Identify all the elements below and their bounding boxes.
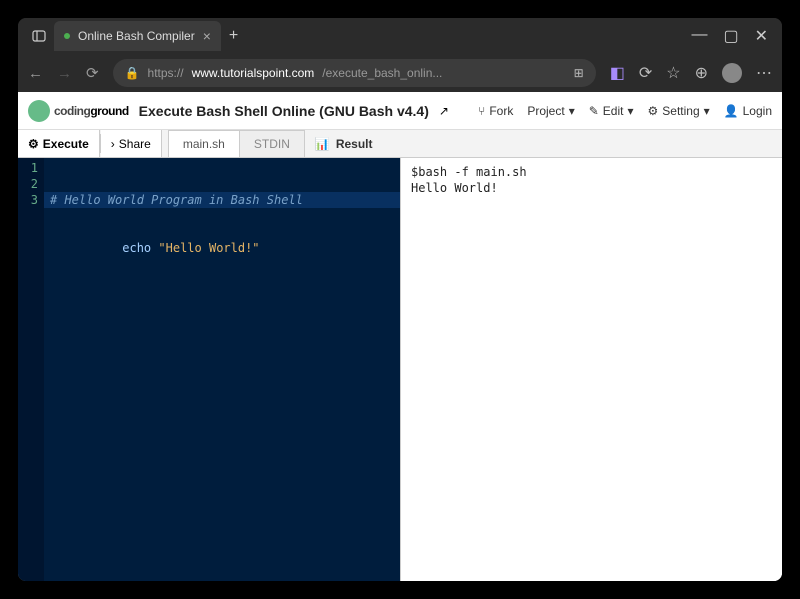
execute-button[interactable]: ⚙ Execute xyxy=(18,130,100,157)
minimize-icon[interactable]: — xyxy=(691,26,707,46)
fork-icon: ⑂ xyxy=(478,104,485,118)
chevron-right-icon: › xyxy=(111,137,115,151)
line-gutter: 1 2 3 xyxy=(18,158,44,581)
output-line-1: $bash -f main.sh xyxy=(411,164,772,180)
edit-menu[interactable]: ✎Edit▾ xyxy=(589,104,634,118)
chevron-down-icon: ▾ xyxy=(704,104,710,118)
url-host: www.tutorialspoint.com xyxy=(192,66,315,80)
window-controls: — ▢ ✕ xyxy=(683,26,776,46)
code-area[interactable]: # Hello World Program in Bash Shell echo… xyxy=(44,158,400,581)
favicon-dot xyxy=(64,33,70,39)
close-tab-icon[interactable]: × xyxy=(203,28,211,44)
extension-icon[interactable]: ◧ xyxy=(610,63,625,83)
result-panel: $bash -f main.shHello World! xyxy=(400,158,782,581)
fork-button[interactable]: ⑂Fork xyxy=(478,104,513,118)
gear-run-icon: ⚙ xyxy=(28,137,39,151)
back-icon[interactable]: ← xyxy=(28,65,43,82)
titlebar: Online Bash Compiler × + — ▢ ✕ xyxy=(18,18,782,54)
favorite-icon[interactable]: ☆ xyxy=(666,63,680,83)
close-window-icon[interactable]: ✕ xyxy=(755,26,768,46)
logo-text: codingground xyxy=(54,104,129,118)
user-icon: 👤 xyxy=(724,104,739,118)
page-content: codingground Execute Bash Shell Online (… xyxy=(18,92,782,581)
more-icon[interactable]: ⋯ xyxy=(756,63,772,83)
browser-menu-icon[interactable] xyxy=(24,29,54,43)
url-path: /execute_bash_onlin... xyxy=(322,66,442,80)
browser-tab-active[interactable]: Online Bash Compiler × xyxy=(54,21,221,51)
edit-icon: ✎ xyxy=(589,104,599,118)
code-editor[interactable]: 1 2 3 # Hello World Program in Bash Shel… xyxy=(18,158,400,581)
result-header: 📊 Result xyxy=(304,130,782,157)
page-title: Execute Bash Shell Online (GNU Bash v4.4… xyxy=(139,103,429,119)
reader-icon[interactable]: ⊞ xyxy=(574,66,584,80)
chevron-down-icon: ▾ xyxy=(569,104,575,118)
collections-icon[interactable]: ⊕ xyxy=(695,63,708,83)
chevron-down-icon: ▾ xyxy=(627,104,633,118)
code-line-3: echo "Hello World!" xyxy=(122,241,259,255)
file-tab-main[interactable]: main.sh xyxy=(168,130,240,157)
tab-strip: Online Bash Compiler × + xyxy=(54,21,683,51)
setting-menu[interactable]: ⚙Setting▾ xyxy=(648,104,710,118)
login-button[interactable]: 👤Login xyxy=(724,104,772,118)
lock-icon: 🔒 xyxy=(125,66,140,80)
share-button[interactable]: › Share xyxy=(101,130,162,157)
file-tab-stdin[interactable]: STDIN xyxy=(239,130,305,157)
logo-icon xyxy=(28,100,50,122)
project-menu[interactable]: Project▾ xyxy=(527,104,574,118)
forward-icon[interactable]: → xyxy=(57,65,72,82)
open-external-icon[interactable]: ↗ xyxy=(439,104,449,118)
gear-icon: ⚙ xyxy=(648,104,659,118)
new-tab-button[interactable]: + xyxy=(229,27,238,45)
code-line-1: # Hello World Program in Bash Shell xyxy=(50,193,303,207)
toolbar: ⚙ Execute › Share main.sh STDIN 📊 Result xyxy=(18,130,782,158)
app-header: codingground Execute Bash Shell Online (… xyxy=(18,92,782,130)
chart-icon: 📊 xyxy=(315,137,330,151)
sync-icon[interactable]: ⟳ xyxy=(639,63,652,83)
logo[interactable]: codingground xyxy=(28,100,129,122)
maximize-icon[interactable]: ▢ xyxy=(723,26,738,46)
workspace: 1 2 3 # Hello World Program in Bash Shel… xyxy=(18,158,782,581)
url-input[interactable]: 🔒 https://www.tutorialspoint.com/execute… xyxy=(113,59,596,87)
address-bar: ← → ⟳ 🔒 https://www.tutorialspoint.com/e… xyxy=(18,54,782,92)
output-line-2: Hello World! xyxy=(411,180,772,196)
tab-title: Online Bash Compiler xyxy=(78,29,195,43)
profile-avatar[interactable] xyxy=(722,63,742,83)
browser-window: Online Bash Compiler × + — ▢ ✕ ← → ⟳ 🔒 h… xyxy=(18,18,782,581)
refresh-icon[interactable]: ⟳ xyxy=(86,64,99,82)
